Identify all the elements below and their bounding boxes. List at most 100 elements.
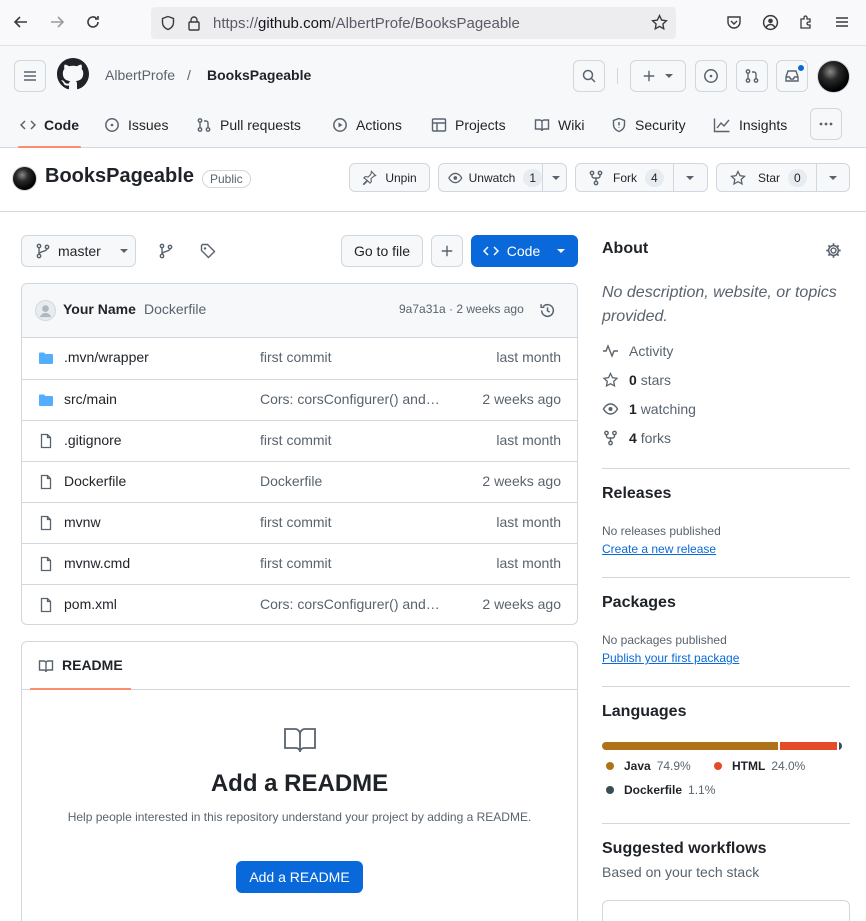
language-percent: 24.0% xyxy=(771,759,806,773)
tag-icon[interactable] xyxy=(200,243,216,259)
lock-icon[interactable] xyxy=(187,15,201,31)
file-commit-message[interactable]: Cors: corsConfigurer() and… xyxy=(260,391,445,407)
activity-link[interactable]: Activity xyxy=(602,343,673,359)
fork-main[interactable]: Fork 4 xyxy=(576,164,674,191)
commit-author[interactable]: Your Name xyxy=(63,301,136,317)
triangle-down-icon[interactable] xyxy=(551,173,561,183)
file-row[interactable]: pom.xml Cors: corsConfigurer() and… 2 week… xyxy=(22,584,577,624)
pull-requests-button[interactable] xyxy=(736,60,768,92)
file-row[interactable]: mvnw.cmd first commit last month xyxy=(22,543,577,584)
tab-pull-requests[interactable]: Pull requests xyxy=(196,102,301,148)
pocket-icon[interactable] xyxy=(722,10,746,34)
file-name-link[interactable]: src/main xyxy=(64,391,117,407)
language-dockerfile[interactable]: Dockerfile 1.1% xyxy=(606,783,715,797)
file-commit-message[interactable]: Dockerfile xyxy=(260,473,445,489)
file-row[interactable]: .mvn/wrapper first commit last month xyxy=(22,338,577,379)
language-name: HTML xyxy=(732,759,766,773)
tab-wiki[interactable]: Wiki xyxy=(534,102,584,148)
releases-heading[interactable]: Releases xyxy=(602,485,671,503)
branches-icon[interactable] xyxy=(158,243,174,259)
create-release-link[interactable]: Create a new release xyxy=(602,542,716,556)
commit-message[interactable]: Dockerfile xyxy=(144,301,206,317)
file-row[interactable]: mvnw first commit last month xyxy=(22,502,577,543)
file-commit-message[interactable]: first commit xyxy=(260,432,445,448)
language-java[interactable]: Java 74.9% xyxy=(606,759,691,773)
triangle-down-icon[interactable] xyxy=(685,173,695,183)
unpin-button[interactable]: Unpin xyxy=(349,163,430,192)
address-bar[interactable]: https://github.com/AlbertProfe/BooksPage… xyxy=(151,7,676,39)
file-name-link[interactable]: mvnw.cmd xyxy=(64,555,130,571)
language-percent: 74.9% xyxy=(656,759,691,773)
breadcrumb-owner[interactable]: AlbertProfe xyxy=(105,67,175,83)
forks-link[interactable]: 4 forks xyxy=(602,430,671,446)
file-commit-age: last month xyxy=(496,432,561,448)
commit-author-avatar[interactable] xyxy=(35,300,56,321)
file-name-link[interactable]: Dockerfile xyxy=(64,473,126,489)
owner-avatar[interactable] xyxy=(12,166,37,191)
search-icon xyxy=(582,69,596,83)
file-commit-message[interactable]: first commit xyxy=(260,349,445,365)
inbox-button[interactable] xyxy=(776,60,808,92)
file-commit-message[interactable]: Cors: corsConfigurer() and… xyxy=(260,596,445,612)
latest-commit-bar: Your Name Dockerfile 9a7a31a · 2 weeks a… xyxy=(22,284,577,338)
workflow-card[interactable] xyxy=(602,900,850,921)
user-avatar[interactable] xyxy=(817,60,850,93)
create-new-button[interactable] xyxy=(630,60,686,92)
file-row[interactable]: .gitignore first commit last month xyxy=(22,420,577,461)
issues-button[interactable] xyxy=(695,60,727,92)
repo-name[interactable]: BooksPageable xyxy=(45,165,194,188)
commit-hash-age[interactable]: 9a7a31a · 2 weeks ago xyxy=(399,302,524,316)
tab-insights[interactable]: Insights xyxy=(713,102,787,148)
stars-link[interactable]: 0 stars xyxy=(602,372,671,388)
code-dropdown-button[interactable]: Code xyxy=(471,235,578,267)
watch-button[interactable]: Unwatch 1 xyxy=(438,163,567,192)
file-name-link[interactable]: pom.xml xyxy=(64,596,117,612)
github-logo-icon[interactable] xyxy=(57,58,89,90)
search-button[interactable] xyxy=(573,60,605,92)
tab-actions[interactable]: Actions xyxy=(332,102,402,148)
tab-code[interactable]: Code xyxy=(18,102,81,148)
language-html[interactable]: HTML 24.0% xyxy=(714,759,805,773)
tab-issues[interactable]: Issues xyxy=(104,102,168,148)
back-icon[interactable] xyxy=(9,10,33,34)
tab-security[interactable]: Security xyxy=(611,102,686,148)
fork-button[interactable]: Fork 4 xyxy=(575,163,708,192)
file-commit-message[interactable]: first commit xyxy=(260,555,445,571)
file-name-link[interactable]: .gitignore xyxy=(64,432,122,448)
account-icon[interactable] xyxy=(758,10,782,34)
star-button[interactable]: Star 0 xyxy=(716,163,850,192)
file-row[interactable]: src/main Cors: corsConfigurer() and… 2 wee… xyxy=(22,379,577,420)
branch-select-button[interactable]: master xyxy=(21,235,136,267)
packages-heading[interactable]: Packages xyxy=(602,594,676,612)
gear-icon[interactable] xyxy=(825,242,842,259)
url-text[interactable]: https://github.com/AlbertProfe/BooksPage… xyxy=(213,15,520,32)
history-icon[interactable] xyxy=(539,302,556,319)
app-menu-icon[interactable] xyxy=(830,10,854,34)
tab-issues-label: Issues xyxy=(128,117,169,133)
go-to-file-button[interactable]: Go to file xyxy=(341,235,423,267)
tracking-shield-icon[interactable] xyxy=(160,15,176,31)
forward-icon[interactable] xyxy=(45,10,69,34)
reload-icon[interactable] xyxy=(81,10,105,34)
publish-package-link[interactable]: Publish your first package xyxy=(602,651,739,665)
unwatch-main[interactable]: Unwatch 1 xyxy=(439,164,543,191)
bookmark-star-icon[interactable] xyxy=(651,14,668,31)
breadcrumb-repo[interactable]: BooksPageable xyxy=(207,67,311,83)
watching-link[interactable]: 1 watching xyxy=(602,401,696,417)
readme-tab[interactable]: README xyxy=(62,657,123,673)
more-tabs-button[interactable] xyxy=(810,108,842,140)
star-main[interactable]: Star 0 xyxy=(717,164,817,191)
file-name-link[interactable]: mvnw xyxy=(64,514,101,530)
add-file-button[interactable] xyxy=(431,235,463,267)
branch-name: master xyxy=(58,243,101,259)
tab-projects[interactable]: Projects xyxy=(431,102,506,148)
global-menu-button[interactable] xyxy=(14,60,46,92)
file-row[interactable]: Dockerfile Dockerfile 2 weeks ago xyxy=(22,461,577,502)
file-commit-message[interactable]: first commit xyxy=(260,514,445,530)
file-name-link[interactable]: .mvn/wrapper xyxy=(64,349,149,365)
kebab-horizontal-icon xyxy=(819,122,833,126)
add-readme-button[interactable]: Add a README xyxy=(236,861,363,893)
triangle-down-icon[interactable] xyxy=(828,173,838,183)
header-divider xyxy=(617,68,618,84)
extensions-icon[interactable] xyxy=(794,10,818,34)
